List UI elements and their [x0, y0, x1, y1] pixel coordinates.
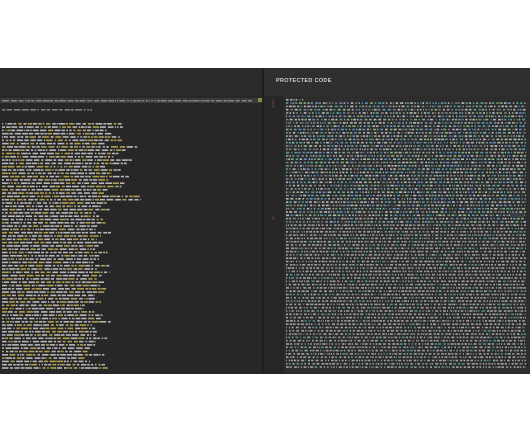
editor-window: PROTECTED CODE 1 2 3	[0, 68, 530, 374]
line-number: 2	[272, 103, 275, 108]
left-pane-header	[0, 68, 264, 96]
source-code-text[interactable]	[2, 96, 260, 374]
protected-code-title: PROTECTED CODE	[276, 78, 332, 84]
protected-code-header: PROTECTED CODE	[264, 68, 530, 96]
line-number: 3	[272, 216, 275, 221]
line-number-gutter: 1 2 3	[264, 96, 284, 374]
source-code-pane[interactable]	[0, 68, 264, 374]
protected-code-text[interactable]	[284, 96, 530, 374]
protected-code-pane[interactable]: PROTECTED CODE 1 2 3	[264, 68, 530, 374]
scroll-indicator[interactable]	[510, 213, 524, 217]
